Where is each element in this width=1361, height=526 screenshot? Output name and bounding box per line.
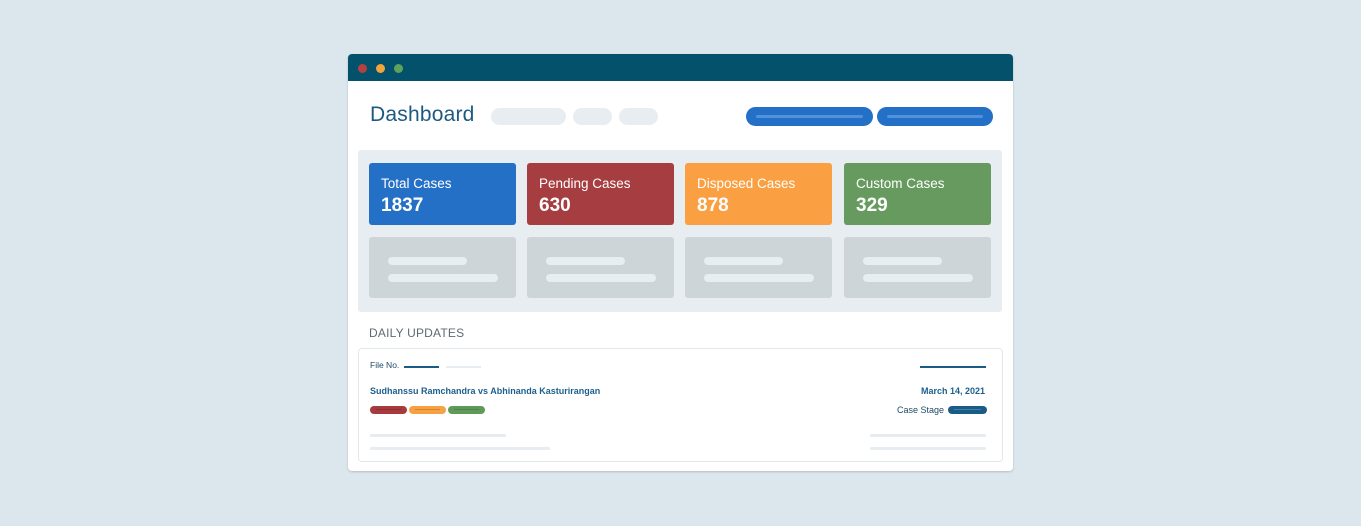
stage-value-placeholder (954, 409, 981, 410)
stat-label: Disposed Cases (697, 176, 796, 191)
nav-placeholder-pill[interactable] (491, 108, 566, 125)
file-number-label: File No. (370, 360, 400, 370)
button-label-placeholder (887, 115, 983, 118)
page-title: Dashboard (370, 103, 475, 126)
placeholder-line (388, 274, 498, 282)
header-action-button-primary[interactable] (746, 107, 873, 126)
nav-placeholder-pill[interactable] (619, 108, 658, 125)
placeholder-line (446, 366, 481, 368)
title-bar (348, 54, 1013, 81)
case-title-link[interactable]: Sudhanssu Ramchandra vs Abhinanda Kastur… (370, 386, 600, 396)
stat-label: Total Cases (381, 176, 452, 191)
placeholder-card (369, 237, 516, 298)
placeholder-line (370, 447, 550, 450)
case-tag[interactable] (409, 406, 446, 414)
header-action-button-secondary[interactable] (877, 107, 993, 126)
placeholder-line (704, 257, 783, 265)
tag-label-placeholder (415, 409, 440, 410)
placeholder-line (863, 274, 973, 282)
case-tag[interactable] (448, 406, 485, 414)
placeholder-line (863, 257, 942, 265)
file-number-value-placeholder (404, 366, 439, 368)
close-window-button[interactable] (358, 64, 367, 73)
stats-panel: Total Cases 1837 Pending Cases 630 Dispo… (358, 150, 1002, 312)
stat-card-total-cases[interactable]: Total Cases 1837 (369, 163, 516, 225)
header-value-placeholder (920, 366, 986, 368)
case-date: March 14, 2021 (920, 386, 985, 396)
case-stage-badge[interactable] (948, 406, 987, 414)
placeholder-line (546, 274, 656, 282)
placeholder-line (704, 274, 814, 282)
page-header: Dashboard (348, 81, 1013, 151)
stat-card-pending-cases[interactable]: Pending Cases 630 (527, 163, 674, 225)
minimize-window-button[interactable] (376, 64, 385, 73)
tag-label-placeholder (376, 409, 401, 410)
placeholder-line (370, 434, 506, 437)
placeholder-card (527, 237, 674, 298)
nav-placeholder-pill[interactable] (573, 108, 612, 125)
placeholder-line (388, 257, 467, 265)
tag-label-placeholder (454, 409, 479, 410)
maximize-window-button[interactable] (394, 64, 403, 73)
daily-updates-heading: DAILY UPDATES (369, 326, 465, 340)
placeholder-card (844, 237, 991, 298)
app-window: Dashboard Total Cases 1837 Pending Cases… (348, 54, 1013, 471)
placeholder-line (870, 447, 986, 450)
case-tag[interactable] (370, 406, 407, 414)
stat-value: 329 (856, 195, 888, 216)
stat-value: 878 (697, 195, 729, 216)
stat-label: Custom Cases (856, 176, 945, 191)
daily-update-item[interactable]: File No. Sudhanssu Ramchandra vs Abhinan… (358, 348, 1003, 462)
stat-label: Pending Cases (539, 176, 631, 191)
stat-value: 630 (539, 195, 571, 216)
placeholder-line (870, 434, 986, 437)
case-stage-label: Case Stage (896, 405, 944, 415)
stat-value: 1837 (381, 195, 424, 216)
placeholder-line (546, 257, 625, 265)
button-label-placeholder (756, 115, 863, 118)
placeholder-card (685, 237, 832, 298)
stat-card-custom-cases[interactable]: Custom Cases 329 (844, 163, 991, 225)
stat-card-disposed-cases[interactable]: Disposed Cases 878 (685, 163, 832, 225)
